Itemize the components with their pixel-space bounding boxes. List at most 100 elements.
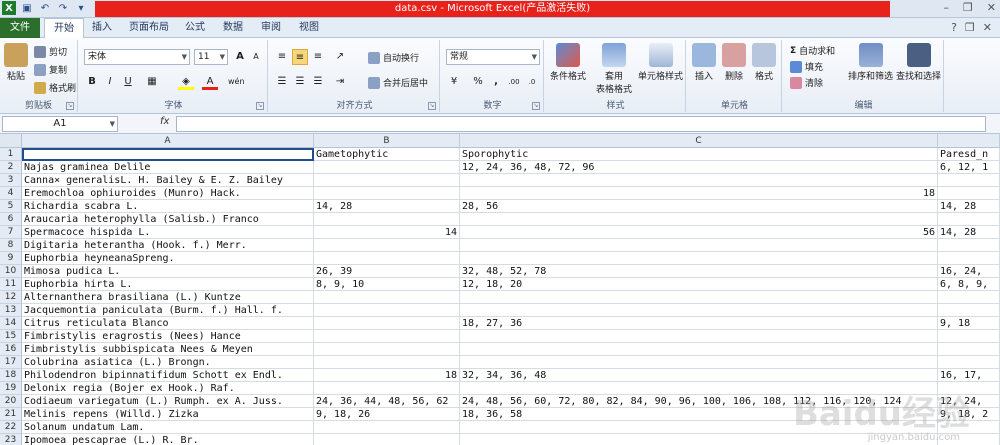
cell-b[interactable]: 26, 39 xyxy=(314,265,460,278)
cell-b[interactable] xyxy=(314,239,460,252)
indent-button[interactable]: ⇥ xyxy=(332,74,348,90)
autosum-button[interactable]: Σ 自动求和 xyxy=(790,44,835,58)
font-name-select[interactable]: 宋体 ▼ xyxy=(84,49,190,65)
row-header[interactable]: 1 xyxy=(0,148,22,161)
row-header[interactable]: 18 xyxy=(0,369,22,382)
cell-d[interactable]: 6, 8, 9, xyxy=(938,278,1000,291)
tab-home[interactable]: 开始 xyxy=(44,18,84,39)
row-header[interactable]: 17 xyxy=(0,356,22,369)
cell-a[interactable]: Alternanthera brasiliana (L.) Kuntze xyxy=(22,291,314,304)
cell-b[interactable]: 24, 36, 44, 48, 56, 62 xyxy=(314,395,460,408)
cell-a[interactable]: Richardia scabra L. xyxy=(22,200,314,213)
row-header[interactable]: 8 xyxy=(0,239,22,252)
row-header[interactable]: 14 xyxy=(0,317,22,330)
fill-button[interactable]: 填充 xyxy=(790,60,823,73)
cell-d[interactable]: 6, 12, 1 xyxy=(938,161,1000,174)
shrink-font-button[interactable]: A xyxy=(248,49,264,65)
column-header-a[interactable]: A xyxy=(22,134,314,148)
row-header[interactable]: 4 xyxy=(0,187,22,200)
row-header[interactable]: 20 xyxy=(0,395,22,408)
cell-a[interactable]: Canna× generalisL. H. Bailey & E. Z. Bai… xyxy=(22,174,314,187)
cell-b[interactable] xyxy=(314,382,460,395)
tab-view[interactable]: 视图 xyxy=(294,18,324,38)
cell-c[interactable] xyxy=(460,304,938,317)
cell-styles-button[interactable]: 单元格样式 xyxy=(638,43,683,82)
align-bottom-button[interactable]: ≡ xyxy=(310,49,326,65)
ribbon-close-icon[interactable]: ✕ xyxy=(983,21,992,34)
select-all-corner[interactable] xyxy=(0,134,22,148)
conditional-format-button[interactable]: 条件格式 xyxy=(550,43,586,82)
help-icon[interactable]: ? xyxy=(951,21,957,34)
close-icon[interactable]: ✕ xyxy=(987,1,996,14)
row-header[interactable]: 22 xyxy=(0,421,22,434)
cell-a[interactable]: Delonix regia (Bojer ex Hook.) Raf. xyxy=(22,382,314,395)
cell-c[interactable] xyxy=(460,213,938,226)
underline-button[interactable]: U xyxy=(120,74,136,90)
cell-c[interactable] xyxy=(460,291,938,304)
orientation-button[interactable]: ↗ xyxy=(332,49,348,65)
cell-c[interactable] xyxy=(460,434,938,445)
cell-b[interactable] xyxy=(314,356,460,369)
delete-cells-button[interactable]: 删除 xyxy=(722,43,746,82)
cell-b[interactable] xyxy=(314,291,460,304)
cell-a[interactable]: Najas graminea Delile xyxy=(22,161,314,174)
cell-a[interactable]: Citrus reticulata Blanco xyxy=(22,317,314,330)
grow-font-button[interactable]: A xyxy=(232,49,248,65)
row-header[interactable]: 13 xyxy=(0,304,22,317)
cell-c[interactable] xyxy=(460,343,938,356)
cell-b[interactable] xyxy=(314,317,460,330)
cell-c[interactable] xyxy=(460,252,938,265)
font-launcher-icon[interactable]: ↘ xyxy=(256,102,264,110)
cell-d[interactable]: 9, 18 xyxy=(938,317,1000,330)
column-header-d[interactable] xyxy=(938,134,1000,148)
row-header[interactable]: 21 xyxy=(0,408,22,421)
name-box[interactable]: A1 ▼ xyxy=(2,116,118,132)
cell-b[interactable] xyxy=(314,304,460,317)
clipboard-launcher-icon[interactable]: ↘ xyxy=(66,102,74,110)
cell-d[interactable] xyxy=(938,174,1000,187)
cell-a[interactable]: Fimbristylis eragrostis (Nees) Hance xyxy=(22,330,314,343)
percent-button[interactable]: % xyxy=(470,74,486,90)
copy-button[interactable]: 复制 xyxy=(34,63,67,76)
cell-b[interactable] xyxy=(314,434,460,445)
format-cells-button[interactable]: 格式 xyxy=(752,43,776,82)
row-header[interactable]: 23 xyxy=(0,434,22,445)
cell-b[interactable]: 18 xyxy=(314,369,460,382)
cell-a[interactable]: Ipomoea pescaprae (L.) R. Br. xyxy=(22,434,314,445)
cell-a[interactable]: Spermacoce hispida L. xyxy=(22,226,314,239)
cell-d[interactable] xyxy=(938,330,1000,343)
wen-button[interactable]: wén xyxy=(228,74,245,90)
cell-a[interactable]: Mimosa pudica L. xyxy=(22,265,314,278)
row-header[interactable]: 2 xyxy=(0,161,22,174)
cell-b[interactable]: Gametophytic xyxy=(314,148,460,161)
row-header[interactable]: 6 xyxy=(0,213,22,226)
cell-d[interactable] xyxy=(938,213,1000,226)
cell-a[interactable]: Philodendron bipinnatifidum Schott ex En… xyxy=(22,369,314,382)
cell-c[interactable] xyxy=(460,174,938,187)
cell-c[interactable]: 18, 27, 36 xyxy=(460,317,938,330)
cell-b[interactable] xyxy=(314,174,460,187)
cell-c[interactable] xyxy=(460,356,938,369)
cell-c[interactable]: 56 xyxy=(460,226,938,239)
formula-input[interactable] xyxy=(176,116,986,132)
cell-d[interactable]: 16, 17, xyxy=(938,369,1000,382)
minimize-icon[interactable]: – xyxy=(943,1,949,14)
cell-b[interactable] xyxy=(314,343,460,356)
cell-b[interactable] xyxy=(314,330,460,343)
cell-c[interactable] xyxy=(460,330,938,343)
cell-b[interactable]: 8, 9, 10 xyxy=(314,278,460,291)
tab-page-layout[interactable]: 页面布局 xyxy=(124,18,174,38)
cell-a[interactable]: Digitaria heterantha (Hook. f.) Merr. xyxy=(22,239,314,252)
increase-decimal-button[interactable]: .00 xyxy=(506,74,522,90)
row-header[interactable]: 16 xyxy=(0,343,22,356)
row-header[interactable]: 11 xyxy=(0,278,22,291)
cell-b[interactable]: 9, 18, 26 xyxy=(314,408,460,421)
cell-c[interactable]: 12, 18, 20 xyxy=(460,278,938,291)
insert-cells-button[interactable]: 插入 xyxy=(692,43,716,82)
tab-insert[interactable]: 插入 xyxy=(86,18,118,38)
bold-button[interactable]: B xyxy=(84,74,100,90)
restore-icon[interactable]: ❐ xyxy=(963,1,973,14)
column-header-c[interactable]: C xyxy=(460,134,938,148)
row-header[interactable]: 19 xyxy=(0,382,22,395)
border-button[interactable]: ▦ xyxy=(144,74,160,90)
